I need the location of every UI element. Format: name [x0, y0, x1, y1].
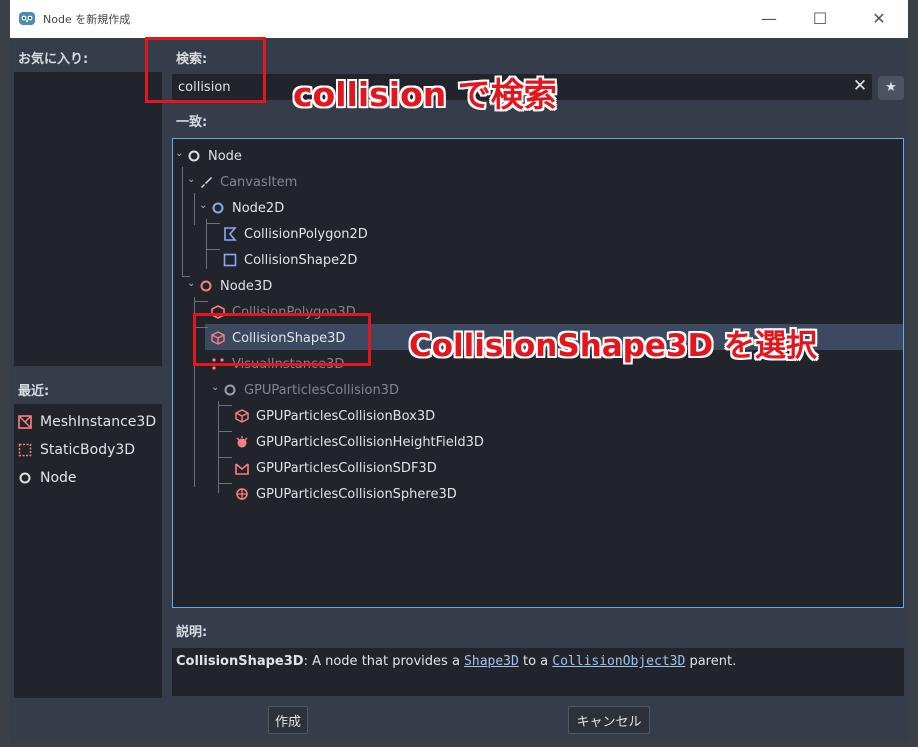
- tree-item-label: GPUParticlesCollisionSDF3D: [256, 460, 437, 476]
- tree-guide: [194, 193, 195, 225]
- tree-guide: [218, 405, 232, 406]
- description-text: CollisionShape3D: A node that provides a…: [176, 654, 736, 669]
- tree-item-label: Node3D: [220, 278, 273, 294]
- cancel-button[interactable]: キャンセル: [568, 706, 650, 734]
- tree-item-gpu-particles-collision-sdf-3d[interactable]: GPUParticlesCollisionSDF3D: [235, 456, 437, 480]
- recent-list[interactable]: MeshInstance3D StaticBody3D Node: [14, 404, 162, 698]
- search-highlight-box: [145, 37, 266, 103]
- tree-item-label: Node2D: [232, 200, 285, 216]
- description-text-2: to a: [518, 654, 553, 669]
- gpu-particles-collision-sphere-icon: [235, 487, 249, 501]
- tree-item-collision-shape-2d[interactable]: CollisionShape2D: [223, 248, 357, 272]
- tree-item-label: CollisionShape2D: [244, 252, 358, 268]
- list-item[interactable]: Node: [18, 466, 77, 490]
- selection-highlight-box: [193, 313, 371, 366]
- shape3d-link[interactable]: Shape3D: [464, 654, 519, 669]
- static-body-icon: [18, 443, 32, 457]
- create-button[interactable]: 作成: [268, 706, 308, 734]
- tree-guide: [194, 301, 208, 302]
- tree-item-gpu-particles-collision-box-3d[interactable]: GPUParticlesCollisionBox3D: [235, 404, 435, 428]
- tree-item-label: CollisionPolygon2D: [244, 226, 368, 242]
- select-annotation: CollisionShape3D を選択: [409, 328, 817, 364]
- favorite-toggle-button[interactable]: ★: [878, 76, 904, 100]
- clear-search-button[interactable]: ✕: [850, 76, 870, 96]
- recent-label: 最近:: [18, 384, 50, 399]
- mesh-instance-icon: [18, 415, 32, 429]
- tree-item-gpu-particles-collision-3d[interactable]: GPUParticlesCollision3D: [223, 378, 399, 402]
- godot-logo-icon: [19, 12, 35, 25]
- collision-polygon-2d-icon: [223, 227, 237, 241]
- tree-item-node3d[interactable]: Node3D: [199, 274, 272, 298]
- collision-shape-2d-icon: [223, 253, 237, 267]
- tree-guide: [206, 249, 220, 250]
- tree-item-node[interactable]: Node: [187, 144, 242, 168]
- collision-object3d-link[interactable]: CollisionObject3D: [552, 654, 685, 669]
- tree-item-node2d[interactable]: Node2D: [211, 196, 284, 220]
- close-button[interactable]: ✕: [856, 0, 902, 38]
- gpu-particles-collision-heightfield-icon: [235, 435, 249, 449]
- expand-arrow-icon[interactable]: ⌄: [187, 278, 195, 289]
- tree-item-label: GPUParticlesCollisionHeightField3D: [256, 434, 484, 450]
- list-item-label: Node: [40, 470, 77, 486]
- description-text-3: parent.: [685, 654, 737, 669]
- tree-item-label: GPUParticlesCollisionBox3D: [256, 408, 436, 424]
- node-icon: [187, 149, 201, 163]
- favorites-list[interactable]: [14, 72, 162, 366]
- tree-item-gpu-particles-collision-sphere-3d[interactable]: GPUParticlesCollisionSphere3D: [235, 482, 457, 506]
- expand-arrow-icon[interactable]: ⌄: [211, 382, 219, 393]
- gpu-particles-collision-box-icon: [235, 409, 249, 423]
- favorites-label: お気に入り:: [18, 52, 89, 67]
- expand-arrow-icon[interactable]: ⌄: [187, 174, 195, 185]
- tree-item-collision-polygon-2d[interactable]: CollisionPolygon2D: [223, 222, 368, 246]
- tree-guide: [218, 431, 232, 432]
- matches-tree[interactable]: ⌄ ⌄ ⌄ ⌄ ⌄ Node CanvasItem Node2D Collisi…: [172, 138, 904, 608]
- description-text-1: : A node that provides a: [303, 654, 465, 669]
- title-bar: Node を新規作成 — ☐ ✕: [10, 0, 908, 38]
- tree-guide: [218, 401, 219, 493]
- description-label: 説明:: [176, 625, 208, 640]
- list-item-label: StaticBody3D: [40, 442, 136, 458]
- tree-guide: [206, 223, 220, 224]
- tree-item-gpu-particles-collision-heightfield-3d[interactable]: GPUParticlesCollisionHeightField3D: [235, 430, 484, 454]
- tree-guide: [218, 457, 232, 458]
- canvas-item-icon: [199, 175, 213, 189]
- window-title: Node を新規作成: [43, 13, 131, 26]
- background-editor-left: [0, 0, 10, 747]
- tree-item-label: Node: [208, 148, 242, 164]
- expand-arrow-icon[interactable]: ⌄: [175, 148, 183, 159]
- description-class-name: CollisionShape3D: [176, 654, 304, 669]
- tree-item-label: GPUParticlesCollision3D: [244, 382, 399, 398]
- maximize-button[interactable]: ☐: [797, 0, 843, 38]
- expand-arrow-icon[interactable]: ⌄: [199, 200, 207, 211]
- tree-item-canvas-item[interactable]: CanvasItem: [199, 170, 297, 194]
- node3d-icon: [199, 279, 213, 293]
- tree-guide: [182, 276, 190, 277]
- matches-label: 一致:: [176, 115, 208, 130]
- node-icon: [18, 471, 32, 485]
- tree-guide: [218, 483, 232, 484]
- list-item-label: MeshInstance3D: [40, 414, 157, 430]
- list-item[interactable]: StaticBody3D: [18, 438, 135, 462]
- node2d-icon: [211, 201, 225, 215]
- tree-guide: [182, 167, 183, 277]
- tree-item-label: GPUParticlesCollisionSphere3D: [256, 486, 457, 502]
- list-item[interactable]: MeshInstance3D: [18, 410, 156, 434]
- tree-item-label: CanvasItem: [220, 174, 298, 190]
- minimize-button[interactable]: —: [746, 0, 792, 38]
- background-editor-right: [908, 0, 918, 747]
- tree-guide: [206, 219, 207, 269]
- gpu-particles-collision-icon: [223, 383, 237, 397]
- search-annotation: collision で検索: [293, 75, 557, 114]
- gpu-particles-collision-sdf-icon: [235, 461, 249, 475]
